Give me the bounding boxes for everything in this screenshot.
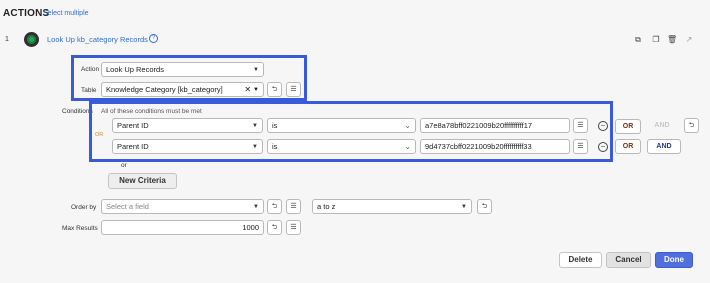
action-value: Look Up Records xyxy=(106,65,164,74)
tree-picker-icon[interactable]: ☰ xyxy=(286,220,301,235)
action-select[interactable]: Look Up Records ▼ xyxy=(101,62,264,77)
chevron-down-icon: ▼ xyxy=(253,66,259,73)
condition-value-input[interactable]: 9d4737cbff0221009b20ffffffffff33 xyxy=(420,139,570,154)
done-button[interactable]: Done xyxy=(655,252,693,268)
pill-icon[interactable]: ⮌ xyxy=(267,82,282,97)
duplicate-icon[interactable]: ❐ xyxy=(651,35,661,45)
or-separator: or xyxy=(121,162,127,169)
max-results-label: Max Results xyxy=(62,225,98,232)
pill-icon[interactable]: ⮌ xyxy=(267,199,282,214)
chevron-down-icon: ▼ xyxy=(252,143,258,150)
condition-field-value: Parent ID xyxy=(117,142,149,151)
cancel-button[interactable]: Cancel xyxy=(606,252,651,268)
condition-field-select[interactable]: Parent ID ▼ xyxy=(112,139,263,154)
select-multiple-link[interactable]: Select multiple xyxy=(43,10,89,17)
new-criteria-button[interactable]: New Criteria xyxy=(108,173,177,189)
chevron-down-icon: ▼ xyxy=(253,86,259,93)
sort-direction-value: a to z xyxy=(317,202,336,211)
max-results-value: 1000 xyxy=(242,223,259,232)
tree-picker-icon[interactable]: ☰ xyxy=(286,199,301,214)
pill-icon[interactable]: ⮌ xyxy=(684,118,699,133)
or-button[interactable]: OR xyxy=(615,119,641,134)
delete-button[interactable]: Delete xyxy=(559,252,602,268)
remove-condition-icon[interactable]: − xyxy=(598,121,608,131)
remove-condition-icon[interactable]: − xyxy=(598,142,608,152)
order-by-placeholder: Select a field xyxy=(106,202,149,211)
lookup-records-icon xyxy=(24,32,39,47)
condition-value-text: a7e8a78bff0221009b20ffffffffff17 xyxy=(425,121,533,130)
clear-icon[interactable]: ✕ xyxy=(244,85,251,94)
sort-direction-select[interactable]: a to z ▼ xyxy=(312,199,472,214)
action-label: Action xyxy=(81,66,100,73)
help-icon[interactable]: ? xyxy=(149,34,158,43)
pill-icon[interactable]: ⮌ xyxy=(477,199,492,214)
step-title[interactable]: Look Up kb_category Records xyxy=(47,35,148,44)
order-by-select[interactable]: Select a field ▼ xyxy=(101,199,264,214)
chevron-down-icon: ⌄ xyxy=(404,142,411,151)
condition-value-input[interactable]: a7e8a78bff0221009b20ffffffffff17 xyxy=(420,118,570,133)
open-icon[interactable]: ↗ xyxy=(684,35,694,45)
pill-icon[interactable]: ⮌ xyxy=(267,220,282,235)
table-value: Knowledge Category [kb_category] xyxy=(106,85,223,94)
tree-picker-icon[interactable]: ☰ xyxy=(286,82,301,97)
chevron-down-icon: ⌄ xyxy=(404,121,411,130)
step-number: 1 xyxy=(5,36,9,43)
or-button[interactable]: OR xyxy=(615,139,641,154)
and-button-disabled: AND xyxy=(654,122,670,129)
tree-picker-icon[interactable]: ☰ xyxy=(573,118,588,133)
tree-picker-icon[interactable]: ☰ xyxy=(573,139,588,154)
condition-operator-value: is xyxy=(272,142,278,151)
max-results-input[interactable]: 1000 xyxy=(101,220,264,235)
condition-operator-value: is xyxy=(272,121,278,130)
table-label: Table xyxy=(81,87,97,94)
chevron-down-icon: ▼ xyxy=(461,203,467,210)
condition-operator-select[interactable]: is ⌄ xyxy=(267,118,416,133)
condition-field-select[interactable]: Parent ID ▼ xyxy=(112,118,263,133)
trash-icon[interactable]: 🗑 xyxy=(667,35,677,45)
copy-icon[interactable]: ⧉ xyxy=(633,35,643,45)
and-button[interactable]: AND xyxy=(647,139,681,154)
table-select[interactable]: Knowledge Category [kb_category] ✕ ▼ xyxy=(101,82,264,97)
condition-operator-select[interactable]: is ⌄ xyxy=(267,139,416,154)
chevron-down-icon: ▼ xyxy=(253,203,259,210)
chevron-down-icon: ▼ xyxy=(252,122,258,129)
condition-field-value: Parent ID xyxy=(117,121,149,130)
condition-value-text: 9d4737cbff0221009b20ffffffffff33 xyxy=(425,142,532,151)
order-by-label: Order by xyxy=(71,204,97,211)
